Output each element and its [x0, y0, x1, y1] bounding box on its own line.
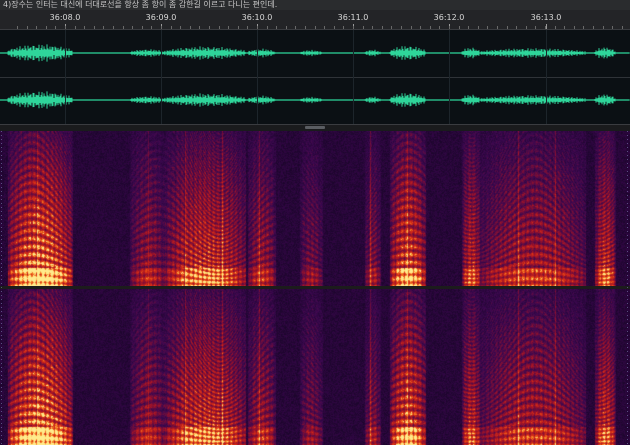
spectral-canvas-left [0, 131, 630, 286]
ruler-minor-tick [219, 26, 220, 29]
transcript-caption: 4)장수는 인터는 대신에 더대로선을 항상 좀 항이 좀 감한길 이르고 다니… [3, 0, 278, 9]
ruler-minor-tick [487, 26, 488, 29]
timeline-ruler[interactable]: 36:08.0 36:09.0 36:10.0 36:11.0 36:12.0 … [0, 10, 630, 30]
ruler-minor-tick [123, 26, 124, 29]
spectral-display-left[interactable] [0, 131, 630, 286]
ruler-minor-tick [353, 26, 354, 29]
ruler-major-tick [546, 24, 547, 29]
transcript-caption-bar: 4)장수는 인터는 대신에 더대로선을 항상 좀 항이 좀 감한길 이르고 다니… [0, 0, 630, 10]
ruler-minor-tick [526, 26, 527, 29]
waveform-svg [0, 44, 630, 109]
ruler-minor-tick [286, 26, 287, 29]
time-label-5: 36:12.0 [433, 13, 465, 22]
ruler-minor-tick [545, 26, 546, 29]
ruler-minor-tick [36, 26, 37, 29]
time-gridline [353, 30, 354, 124]
ruler-minor-tick [55, 26, 56, 29]
ruler-minor-tick [603, 26, 604, 29]
ruler-minor-tick [343, 26, 344, 29]
time-label-1: 36:08.0 [49, 13, 81, 22]
ruler-minor-tick [516, 26, 517, 29]
time-label-4: 36:11.0 [337, 13, 369, 22]
ruler-minor-tick [583, 26, 584, 29]
ruler-minor-tick [75, 26, 76, 29]
splitter-grip[interactable] [305, 126, 325, 129]
ruler-minor-tick [391, 26, 392, 29]
ruler-minor-tick [382, 26, 383, 29]
ruler-minor-tick [439, 26, 440, 29]
ruler-minor-tick [497, 26, 498, 29]
ruler-minor-tick [574, 26, 575, 29]
time-label-6: 36:13.0 [530, 13, 562, 22]
ruler-minor-tick [295, 26, 296, 29]
ruler-minor-tick [420, 26, 421, 29]
ruler-minor-tick [27, 26, 28, 29]
ruler-minor-tick [199, 26, 200, 29]
ruler-minor-tick [238, 26, 239, 29]
ruler-minor-tick [228, 26, 229, 29]
waveform-channel-left [0, 44, 630, 62]
right-edge-marker [627, 131, 628, 445]
ruler-minor-tick [209, 26, 210, 29]
ruler-minor-tick [94, 26, 95, 29]
ruler-minor-tick [171, 26, 172, 29]
time-gridline [546, 30, 547, 124]
ruler-minor-tick [372, 26, 373, 29]
ruler-minor-tick [84, 26, 85, 29]
ruler-minor-tick [324, 26, 325, 29]
ruler-minor-tick [113, 26, 114, 29]
ruler-minor-tick [478, 26, 479, 29]
ruler-minor-tick [142, 26, 143, 29]
ruler-minor-tick [180, 26, 181, 29]
ruler-minor-tick [103, 26, 104, 29]
time-gridline [161, 30, 162, 124]
spectral-canvas-right [0, 289, 630, 445]
ruler-minor-tick [65, 26, 66, 29]
waveform-display[interactable] [0, 30, 630, 124]
ruler-minor-tick [411, 26, 412, 29]
ruler-minor-tick [507, 26, 508, 29]
ruler-minor-tick [276, 26, 277, 29]
ruler-minor-tick [535, 26, 536, 29]
ruler-minor-tick [17, 26, 18, 29]
time-label-3: 36:10.0 [241, 13, 273, 22]
ruler-minor-tick [247, 26, 248, 29]
ruler-minor-tick [190, 26, 191, 29]
ruler-minor-tick [401, 26, 402, 29]
time-gridline [449, 30, 450, 124]
time-gridline [65, 30, 66, 124]
waveform-channel-right [0, 91, 630, 109]
ruler-minor-tick [334, 26, 335, 29]
ruler-minor-tick [468, 26, 469, 29]
spectral-display-right[interactable] [0, 289, 630, 445]
ruler-minor-tick [132, 26, 133, 29]
left-edge-marker [1, 131, 2, 445]
ruler-minor-tick [459, 26, 460, 29]
ruler-minor-tick [593, 26, 594, 29]
ruler-minor-tick [315, 26, 316, 29]
ruler-minor-tick [267, 26, 268, 29]
ruler-minor-tick [622, 26, 623, 29]
ruler-minor-tick [161, 26, 162, 29]
time-label-2: 36:09.0 [145, 13, 177, 22]
ruler-minor-tick [449, 26, 450, 29]
ruler-minor-tick [257, 26, 258, 29]
ruler-minor-tick [46, 26, 47, 29]
time-gridline [257, 30, 258, 124]
ruler-minor-tick [151, 26, 152, 29]
ruler-minor-tick [430, 26, 431, 29]
ruler-minor-tick [363, 26, 364, 29]
ruler-minor-tick [305, 26, 306, 29]
ruler-minor-tick [612, 26, 613, 29]
ruler-minor-tick [564, 26, 565, 29]
ruler-minor-tick [555, 26, 556, 29]
